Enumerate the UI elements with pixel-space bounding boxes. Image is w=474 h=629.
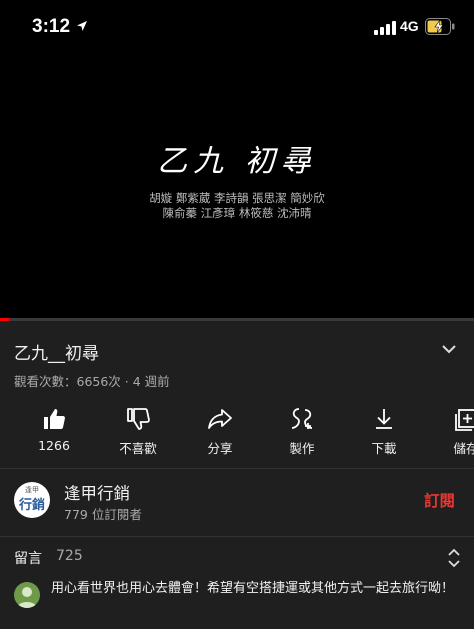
save-label: 儲存 (453, 441, 474, 456)
user-avatar-icon (17, 587, 37, 608)
credits-line: 陳俞蓁 江彥璋 林筱慈 沈沛晴 (162, 206, 312, 220)
credits-line: 胡嫙 鄭紫葳 李詩韻 張思潔 簡妙欣 (149, 191, 325, 205)
share-icon (208, 409, 232, 429)
chevron-down-icon[interactable] (442, 344, 456, 354)
save-button[interactable]: 儲存 (426, 400, 474, 464)
signal-icon (374, 21, 396, 35)
share-button[interactable]: 分享 (180, 400, 260, 464)
subscribe-button[interactable]: 訂閱 (424, 489, 455, 511)
action-bar: 1266 不喜歡 分享 製作 下載 儲存 (0, 400, 474, 464)
subscriber-count: 779 位訂閱者 (64, 507, 142, 522)
battery-charging-icon (425, 18, 455, 35)
comments-count: 725 (56, 548, 83, 564)
video-frame-title: 乙九 初尋 (157, 144, 317, 179)
download-label: 下載 (371, 441, 397, 456)
like-button[interactable]: 1266 (14, 400, 94, 464)
divider (0, 468, 474, 469)
remix-icon (291, 408, 313, 429)
network-type: 4G (400, 18, 419, 34)
status-time: 3:12 (32, 16, 71, 37)
dislike-button[interactable]: 不喜歡 (98, 400, 178, 464)
avatar-text: 行銷 (18, 498, 45, 513)
comments-section[interactable]: 留言 725 用心看世界也用心去體會！希望有空搭捷運或其他方式一起去旅行呦！ (0, 538, 474, 629)
commenter-avatar[interactable] (14, 582, 40, 608)
video-credits: 胡嫙 鄭紫葳 李詩韻 張思潔 簡妙欣 陳俞蓁 江彥璋 林筱慈 沈沛晴 (0, 191, 474, 221)
divider (0, 536, 474, 537)
save-icon (455, 409, 474, 431)
video-meta: 觀看次數：6656次 · 4 週前 (14, 374, 170, 389)
comment-text: 用心看世界也用心去體會！希望有空搭捷運或其他方式一起去旅行呦！ (51, 581, 455, 596)
status-bar: 3:12 4G (0, 0, 474, 56)
location-arrow-icon (77, 21, 87, 31)
dislike-label: 不喜歡 (119, 441, 157, 456)
comments-label: 留言 (14, 551, 42, 567)
download-icon (376, 409, 392, 429)
video-player[interactable]: 乙九 初尋 胡嫙 鄭紫葳 李詩韻 張思潔 簡妙欣 陳俞蓁 江彥璋 林筱慈 沈沛晴 (0, 56, 474, 318)
channel-name[interactable]: 逢甲行銷 (64, 480, 130, 504)
remix-label: 製作 (289, 441, 315, 456)
download-button[interactable]: 下載 (344, 400, 424, 464)
remix-button[interactable]: 製作 (262, 400, 342, 464)
channel-row[interactable]: 逢甲 行銷 逢甲行銷 779 位訂閱者 訂閱 (0, 470, 474, 532)
thumbs-up-icon (44, 409, 65, 429)
like-count: 1266 (38, 438, 70, 453)
thumbs-down-icon (127, 408, 150, 430)
expand-collapse-icon[interactable] (447, 548, 461, 568)
share-label: 分享 (207, 441, 233, 456)
channel-avatar[interactable]: 逢甲 行銷 (14, 482, 50, 518)
video-title: 乙九__初尋 (14, 344, 99, 364)
video-title-row[interactable]: 乙九__初尋 (14, 339, 454, 364)
